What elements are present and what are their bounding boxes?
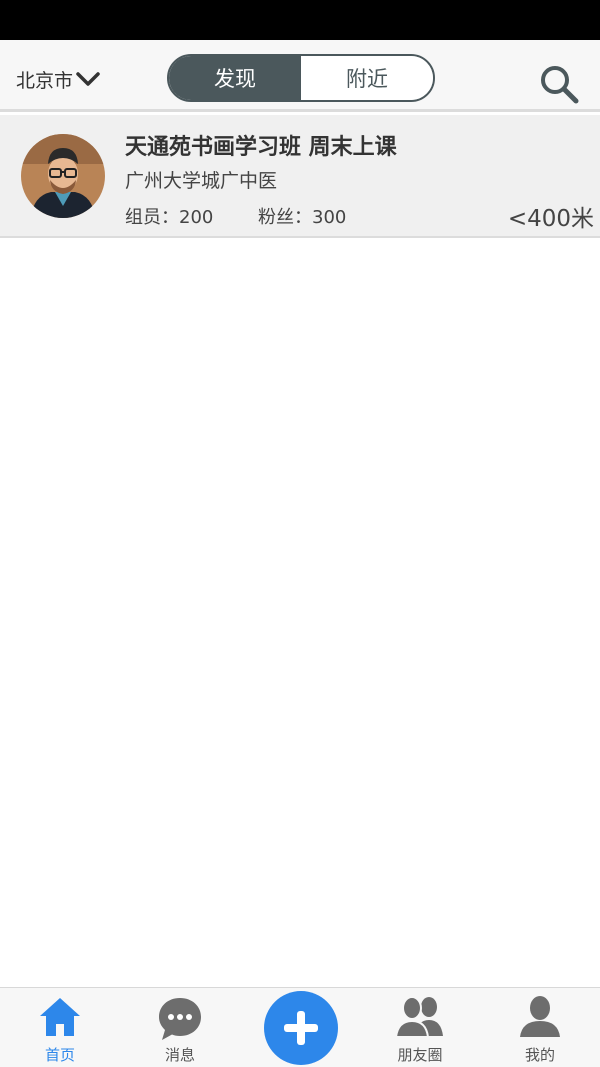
tab-discover[interactable]: 发现: [169, 56, 301, 100]
add-button[interactable]: [264, 991, 338, 1065]
tab-profile-label: 我的: [524, 1046, 555, 1064]
top-navigation-bar: 北京市 发现 附近: [0, 40, 600, 112]
segment-control: 发现 附近: [167, 54, 435, 102]
member-count: 组员：200: [125, 207, 214, 228]
tab-moments-label: 朋友圈: [397, 1046, 443, 1064]
city-selector[interactable]: 北京市: [16, 66, 100, 93]
avatar: [21, 134, 105, 218]
fan-count: 粉丝：300: [258, 207, 347, 228]
plus-icon: [284, 1011, 318, 1045]
status-bar: [0, 0, 600, 40]
tab-home[interactable]: 首页: [0, 988, 120, 1067]
friends-icon: [395, 996, 443, 1038]
person-icon: [520, 996, 560, 1037]
city-label: 北京市: [16, 70, 74, 92]
avatar-photo: [21, 134, 105, 218]
tab-nearby[interactable]: 附近: [301, 56, 433, 100]
tab-moments[interactable]: 朋友圈: [360, 988, 480, 1067]
chevron-down-icon: [76, 71, 100, 86]
tab-profile[interactable]: 我的: [480, 988, 600, 1067]
chat-bubble-icon: [159, 998, 201, 1040]
search-icon[interactable]: [538, 63, 580, 105]
group-title: 天通苑书画学习班 周末上课: [125, 135, 397, 160]
group-list-item[interactable]: 天通苑书画学习班 周末上课 广州大学城广中医 组员：200 粉丝：300 <40…: [0, 115, 600, 238]
tab-home-label: 首页: [44, 1046, 75, 1064]
tab-messages-label: 消息: [164, 1046, 195, 1064]
distance-label: <400米: [507, 206, 594, 232]
group-location: 广州大学城广中医: [125, 170, 278, 192]
tab-messages[interactable]: 消息: [120, 988, 240, 1067]
home-icon: [40, 998, 80, 1036]
